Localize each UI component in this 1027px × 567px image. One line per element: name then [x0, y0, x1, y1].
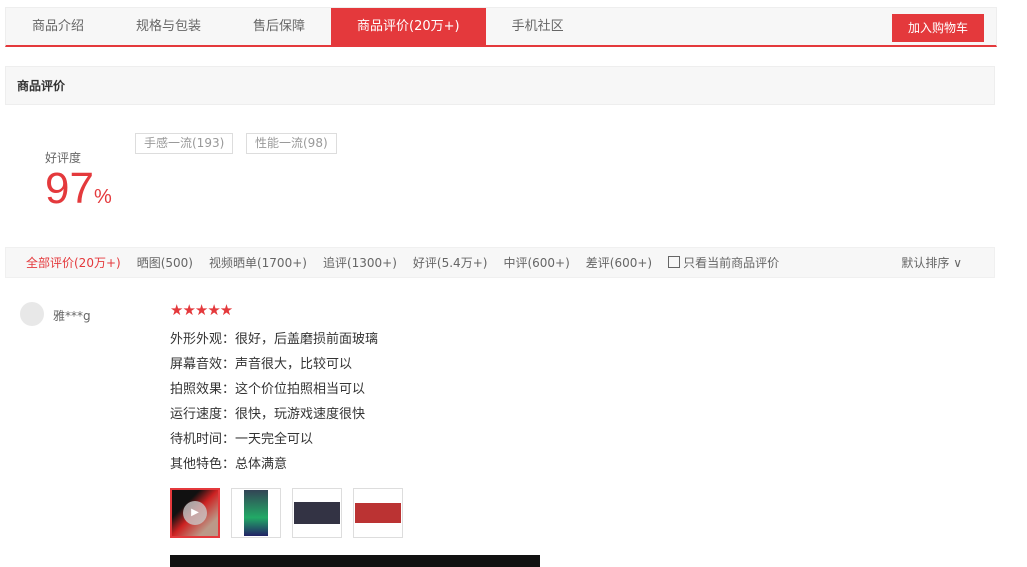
add-to-cart-button[interactable]: 加入购物车 — [892, 14, 984, 42]
only-current-label: 只看当前商品评价 — [683, 256, 780, 270]
username: 雅***g — [53, 309, 91, 323]
review-line: 外形外观：很好，后盖磨损前面玻璃 — [170, 332, 379, 347]
review-line: 待机时间：一天完全可以 — [170, 432, 314, 447]
filter-photos[interactable]: 晒图(500) — [137, 254, 193, 271]
review-line: 运行速度：很快，玩游戏速度很快 — [170, 407, 366, 422]
chevron-down-icon: ∨ — [949, 256, 962, 270]
review-filter-bar: 全部评价(20万+) 晒图(500) 视频晒单(1700+) 追评(1300+)… — [5, 247, 995, 278]
tab-specs[interactable]: 规格与包装 — [110, 8, 227, 45]
video-player[interactable] — [170, 555, 540, 567]
tag-feel[interactable]: 手感一流(193) — [135, 133, 234, 154]
rating-unit: % — [93, 186, 112, 208]
tab-after-sales[interactable]: 售后保障 — [227, 8, 331, 45]
section-title: 商品评价 — [5, 66, 995, 105]
filter-all[interactable]: 全部评价(20万+) — [26, 254, 121, 271]
filter-neutral[interactable]: 中评(600+) — [503, 254, 569, 271]
review-media: ▶ — [170, 488, 414, 538]
video-thumbnail[interactable]: ▶ — [170, 488, 220, 538]
image-thumbnail[interactable] — [231, 488, 281, 538]
filter-positive[interactable]: 好评(5.4万+) — [413, 254, 488, 271]
rating-number: 97 — [45, 164, 94, 213]
only-current-checkbox[interactable]: 只看当前商品评价 — [668, 254, 779, 271]
tab-intro[interactable]: 商品介绍 — [6, 8, 110, 45]
checkbox-icon[interactable] — [668, 256, 681, 268]
image-thumbnail[interactable] — [292, 488, 342, 538]
filter-followup[interactable]: 追评(1300+) — [323, 254, 397, 271]
image-thumbnail[interactable] — [353, 488, 403, 538]
tab-community[interactable]: 手机社区 — [486, 8, 590, 45]
tag-performance[interactable]: 性能一流(98) — [246, 133, 337, 154]
avatar[interactable] — [20, 302, 44, 326]
review-line: 其他特色：总体满意 — [170, 457, 288, 472]
play-icon: ▶ — [183, 501, 207, 525]
star-rating: ★★★★★ — [170, 301, 233, 319]
sort-label: 默认排序 — [901, 256, 950, 270]
tab-reviews[interactable]: 商品评价(20万+) — [331, 8, 486, 45]
sort-dropdown[interactable]: 默认排序 ∨ — [901, 254, 962, 271]
product-tabs: 商品介绍 规格与包装 售后保障 商品评价(20万+) 手机社区 加入购物车 — [5, 7, 997, 47]
filter-videos[interactable]: 视频晒单(1700+) — [209, 254, 307, 271]
review-line: 屏幕音效：声音很大，比较可以 — [170, 357, 353, 372]
filter-negative[interactable]: 差评(600+) — [586, 254, 652, 271]
review-line: 拍照效果：这个价位拍照相当可以 — [170, 382, 366, 397]
review-content: 外形外观：很好，后盖磨损前面玻璃 屏幕音效：声音很大，比较可以 拍照效果：这个价… — [170, 329, 378, 479]
rating-value: 97% — [45, 164, 112, 214]
